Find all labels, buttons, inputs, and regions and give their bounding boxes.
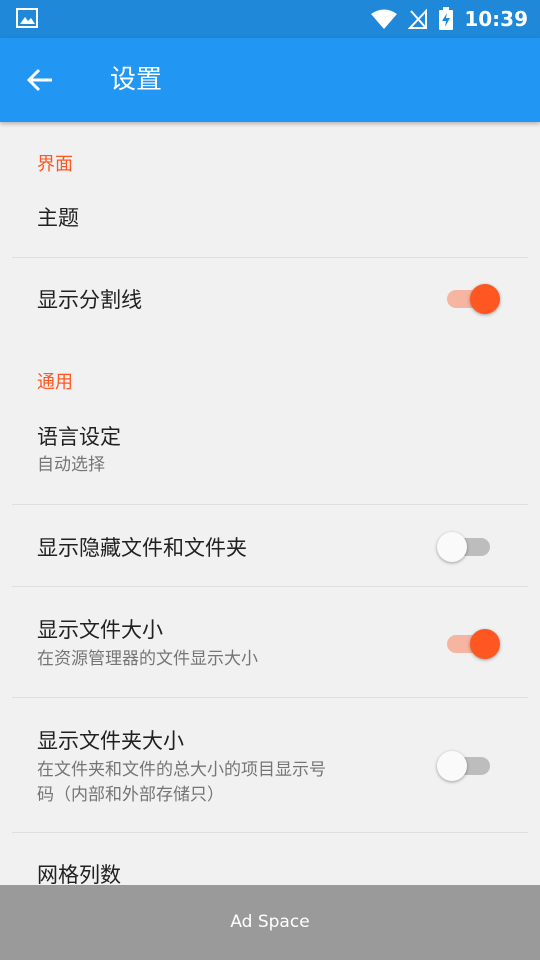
setting-subtitle: 自动选择 (37, 455, 105, 475)
arrow-back-icon[interactable] (20, 60, 60, 100)
section-header-general: 通用 (37, 372, 73, 393)
section-header-interface: 界面 (37, 154, 73, 175)
setting-title: 显示文件大小 (37, 618, 163, 642)
show-hidden-toggle[interactable] (437, 528, 497, 564)
setting-language[interactable]: 语言设定 自动选择 (0, 408, 540, 504)
setting-title: 显示隐藏文件和文件夹 (37, 536, 247, 560)
ad-banner[interactable]: Ad Space (0, 885, 540, 960)
setting-title: 显示分割线 (37, 288, 142, 312)
show-folder-size-toggle[interactable] (437, 747, 497, 783)
status-time: 10:39 (464, 7, 528, 31)
setting-show-folder-size[interactable]: 显示文件夹大小 在文件夹和文件的总大小的项目显示号 码（内部和外部存储只） (0, 698, 540, 832)
battery-charging-icon (439, 7, 454, 30)
setting-title: 网格列数 (37, 863, 121, 885)
toggle-thumb (437, 751, 467, 781)
setting-grid-columns[interactable]: 网格列数 (0, 833, 540, 885)
setting-subtitle: 在资源管理器的文件显示大小 (37, 649, 258, 669)
toggle-thumb (470, 629, 500, 659)
toggle-thumb (470, 284, 500, 314)
wifi-icon (371, 9, 398, 29)
settings-list[interactable]: 界面 主题 显示分割线 通用 语言设定 自动选择 显示隐藏文件和文件夹 显示文件… (0, 122, 540, 885)
setting-show-divider[interactable]: 显示分割线 (0, 258, 540, 340)
setting-show-hidden[interactable]: 显示隐藏文件和文件夹 (0, 505, 540, 587)
setting-title: 显示文件夹大小 (37, 729, 184, 753)
no-signal-icon (408, 8, 428, 29)
show-divider-toggle[interactable] (440, 280, 500, 316)
image-icon (16, 8, 38, 28)
status-bar: 10:39 (0, 0, 540, 38)
app-bar: 设置 (0, 38, 540, 122)
setting-theme[interactable]: 主题 (0, 190, 540, 258)
setting-title: 主题 (37, 206, 79, 230)
setting-subtitle-line-2: 码（内部和外部存储只） (37, 785, 224, 805)
status-icons: 10:39 (370, 0, 528, 38)
setting-show-file-size[interactable]: 显示文件大小 在资源管理器的文件显示大小 (0, 587, 540, 697)
toggle-thumb (437, 532, 467, 562)
page-title: 设置 (110, 65, 163, 95)
show-file-size-toggle[interactable] (440, 625, 500, 661)
setting-title: 语言设定 (37, 425, 121, 449)
setting-subtitle-line-1: 在文件夹和文件的总大小的项目显示号 (37, 760, 326, 780)
